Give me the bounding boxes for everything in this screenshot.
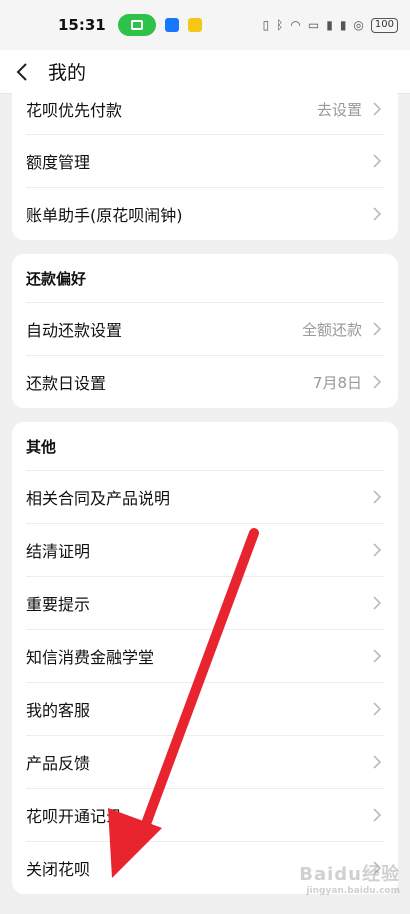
row-value: 7月8日	[312, 373, 362, 392]
status-icons: ▯ ᛒ ◠ ▭ ▮ ▮ ◎ 100	[262, 17, 398, 33]
row-customer-service[interactable]: 我的客服	[26, 682, 384, 735]
chevron-right-icon	[372, 542, 384, 558]
signal-icon: ▮	[326, 18, 333, 32]
card-other: 其他 相关合同及产品说明 结清证明 重要提示 知信消费金融学堂 我的客服 产品反…	[12, 422, 398, 894]
chevron-left-icon	[16, 62, 27, 81]
cast-icon[interactable]	[117, 14, 156, 36]
page-title: 我的	[48, 62, 87, 84]
bluetooth-icon: ᛒ	[276, 18, 284, 32]
row-settlement-proof[interactable]: 结清证明	[26, 523, 384, 576]
watermark-text: Baidu经验	[299, 864, 400, 885]
app-notification-icon	[164, 18, 179, 32]
signal-icon: ▮	[339, 18, 347, 32]
row-auto-repay[interactable]: 自动还款设置 全额还款	[26, 302, 384, 355]
row-limit-management[interactable]: 额度管理	[26, 134, 384, 187]
chevron-right-icon	[372, 648, 384, 664]
row-label: 相关合同及产品说明	[26, 489, 171, 508]
row-bill-assistant[interactable]: 账单助手(原花呗闹钟)	[26, 187, 384, 240]
vpn-icon: ◎	[353, 18, 364, 32]
chevron-right-icon	[372, 153, 384, 169]
wifi-icon: ◠	[290, 18, 301, 32]
chevron-right-icon	[372, 374, 384, 390]
row-label: 自动还款设置	[26, 321, 123, 340]
chevron-right-icon	[372, 701, 384, 717]
row-label: 花呗开通记录	[26, 807, 123, 826]
watermark: Baidu经验 jingyan.baidu.com	[299, 860, 400, 896]
section-header: 其他	[26, 437, 57, 456]
row-repay-day[interactable]: 还款日设置 7月8日	[26, 355, 384, 408]
chevron-right-icon	[372, 489, 384, 505]
watermark-sub: jingyan.baidu.com	[306, 886, 400, 896]
row-label: 额度管理	[26, 153, 91, 172]
status-time: 15:31	[58, 16, 106, 34]
chevron-right-icon	[372, 101, 384, 117]
app-notification-icon	[187, 18, 202, 32]
status-bar: 15:31 ▯ ᛒ ◠ ▭ ▮ ▮ ◎ 100	[0, 0, 410, 50]
card-payment-settings: 花呗优先付款 去设置 额度管理 账单助手(原花呗闹钟)	[12, 84, 398, 240]
chevron-right-icon	[372, 595, 384, 611]
hd-icon: ▭	[307, 18, 320, 32]
battery-icon: 100	[370, 17, 398, 33]
row-label: 账单助手(原花呗闹钟)	[26, 206, 183, 225]
row-priority-payment[interactable]: 花呗优先付款 去设置	[26, 84, 384, 134]
row-label: 结清证明	[26, 542, 91, 561]
section-header: 还款偏好	[26, 269, 87, 288]
row-label: 花呗优先付款	[26, 101, 123, 120]
row-label: 产品反馈	[26, 754, 91, 773]
chevron-right-icon	[372, 807, 384, 823]
row-value: 去设置	[316, 100, 362, 119]
row-feedback[interactable]: 产品反馈	[26, 735, 384, 788]
vibrate-icon: ▯	[262, 18, 270, 32]
row-label: 还款日设置	[26, 374, 107, 393]
row-open-record[interactable]: 花呗开通记录	[26, 788, 384, 841]
row-label: 我的客服	[26, 701, 91, 720]
chevron-right-icon	[372, 206, 384, 222]
row-label: 知信消费金融学堂	[26, 648, 155, 667]
chevron-right-icon	[372, 321, 384, 337]
row-label: 重要提示	[26, 595, 91, 614]
row-contracts[interactable]: 相关合同及产品说明	[26, 470, 384, 523]
row-important-notice[interactable]: 重要提示	[26, 576, 384, 629]
chevron-right-icon	[372, 754, 384, 770]
row-finance-school[interactable]: 知信消费金融学堂	[26, 629, 384, 682]
card-repayment-preference: 还款偏好 自动还款设置 全额还款 还款日设置 7月8日	[12, 254, 398, 408]
row-value: 全额还款	[301, 320, 362, 339]
